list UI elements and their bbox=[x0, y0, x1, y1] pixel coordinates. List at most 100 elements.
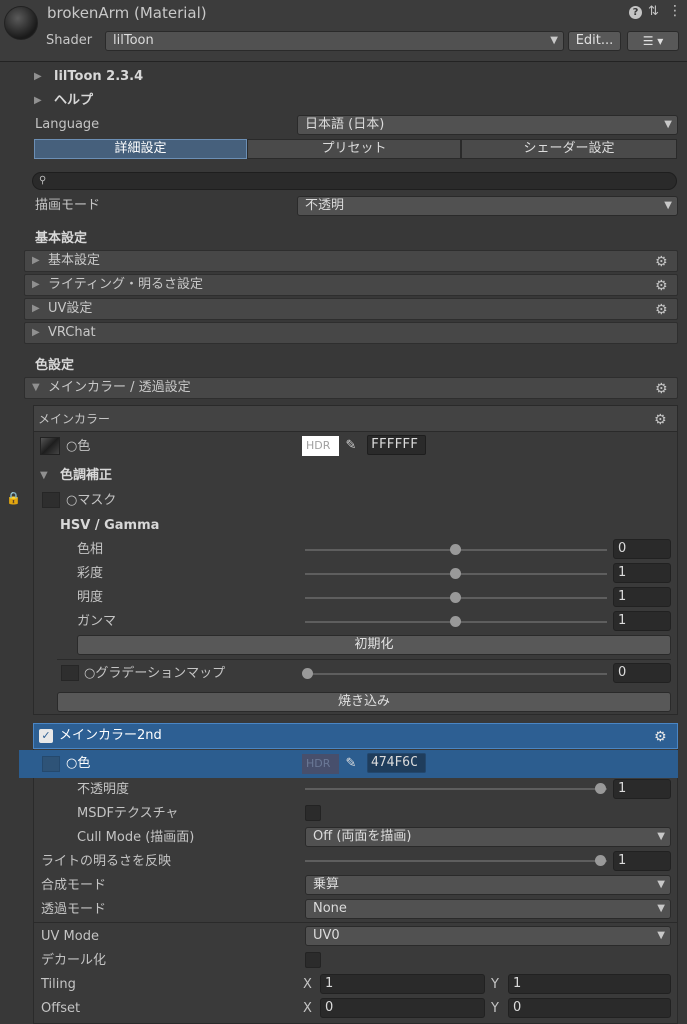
tone-correction-foldout[interactable]: 色調補正 bbox=[60, 467, 112, 485]
saturation-slider-knob[interactable] bbox=[450, 568, 461, 579]
hue-slider-knob[interactable] bbox=[450, 544, 461, 555]
material-title: brokenArm (Material) bbox=[47, 4, 207, 22]
decal-label: デカール化 bbox=[41, 953, 107, 968]
transparency-mode-dropdown[interactable]: None ▼ bbox=[305, 899, 671, 919]
foldout-main-color[interactable]: ▼ メインカラー / 透過設定 ⚙ bbox=[24, 377, 678, 399]
light-slider-track[interactable] bbox=[305, 860, 607, 862]
light-slider-knob[interactable] bbox=[595, 855, 606, 866]
menu-icon[interactable]: ⋮ bbox=[668, 3, 682, 19]
render-mode-label: 描画モード bbox=[35, 198, 101, 213]
collapsed-triangle-icon: ▶ bbox=[32, 279, 40, 290]
tiling-y-field[interactable]: 1 bbox=[508, 974, 671, 994]
opacity-slider-knob[interactable] bbox=[595, 783, 606, 794]
main-color-box-title: メインカラー bbox=[38, 412, 111, 426]
texture-thumbnail[interactable] bbox=[40, 437, 60, 455]
brightness-value-field[interactable]: 1 bbox=[613, 587, 671, 607]
offset-x-field[interactable]: 0 bbox=[320, 998, 485, 1018]
msdf-checkbox[interactable] bbox=[305, 805, 321, 821]
hsv-gamma-heading: HSV / Gamma bbox=[60, 518, 160, 533]
uv-mode-dropdown[interactable]: UV0 ▼ bbox=[305, 926, 671, 946]
gear-icon[interactable]: ⚙ bbox=[655, 303, 669, 317]
eyedropper-icon[interactable]: ✎ bbox=[342, 436, 360, 456]
gear-icon[interactable]: ⚙ bbox=[654, 730, 668, 744]
foldout-label: VRChat bbox=[48, 325, 96, 340]
opacity-value-field[interactable]: 1 bbox=[613, 779, 671, 799]
gradation-value-field[interactable]: 0 bbox=[613, 663, 671, 683]
hex-color-field[interactable]: FFFFFF bbox=[367, 435, 426, 455]
shader-label: Shader bbox=[46, 33, 93, 48]
hue-value-field[interactable]: 0 bbox=[613, 539, 671, 559]
saturation-value-field[interactable]: 1 bbox=[613, 563, 671, 583]
collapsed-triangle-icon[interactable]: ▶ bbox=[34, 68, 42, 86]
search-input[interactable]: ⚲ bbox=[32, 172, 677, 190]
render-mode-value: 不透明 bbox=[305, 198, 345, 213]
help-foldout[interactable]: ヘルプ bbox=[54, 92, 93, 110]
opacity-slider-track[interactable] bbox=[305, 788, 607, 790]
bake-button[interactable]: 焼き込み bbox=[57, 692, 671, 712]
list-menu-button[interactable]: ☰ ▾ bbox=[627, 31, 679, 51]
color-label: ○色 bbox=[66, 439, 91, 454]
shader-dropdown[interactable]: lilToon ▼ bbox=[105, 31, 564, 51]
gradation-slider-knob[interactable] bbox=[302, 668, 313, 679]
list-icon: ☰ ▾ bbox=[642, 34, 664, 48]
offset-label: Offset bbox=[41, 1001, 81, 1016]
hdr-color-swatch[interactable]: HDR bbox=[302, 436, 339, 456]
hex-color-field[interactable]: 474F6C bbox=[367, 753, 426, 773]
tiling-x-field[interactable]: 1 bbox=[320, 974, 485, 994]
collapsed-triangle-icon[interactable]: ▶ bbox=[34, 92, 42, 110]
gradation-slider-track[interactable] bbox=[305, 673, 607, 675]
expanded-triangle-icon[interactable]: ▼ bbox=[40, 467, 48, 485]
light-value-field[interactable]: 1 bbox=[613, 851, 671, 871]
chevron-down-icon: ▼ bbox=[550, 35, 558, 46]
tab-presets[interactable]: プリセット bbox=[247, 139, 461, 159]
decal-checkbox[interactable] bbox=[305, 952, 321, 968]
tab-advanced-settings[interactable]: 詳細設定 bbox=[34, 139, 247, 159]
inspector-header: brokenArm (Material) ? ⇅ ⋮ Shader lilToo… bbox=[0, 0, 687, 62]
foldout-vrchat[interactable]: ▶ VRChat bbox=[24, 322, 678, 344]
lock-icon[interactable]: 🔒 bbox=[6, 491, 21, 505]
collapsed-triangle-icon: ▶ bbox=[32, 327, 40, 338]
gear-icon[interactable]: ⚙ bbox=[654, 413, 668, 427]
cull-mode-dropdown[interactable]: Off (両面を描画) ▼ bbox=[305, 827, 671, 847]
foldout-lighting[interactable]: ▶ ライティング・明るさ設定 ⚙ bbox=[24, 274, 678, 296]
offset-y-field[interactable]: 0 bbox=[508, 998, 671, 1018]
gear-icon[interactable]: ⚙ bbox=[655, 279, 669, 293]
gradation-thumbnail[interactable] bbox=[61, 665, 79, 681]
mask-thumbnail[interactable] bbox=[42, 492, 60, 508]
chevron-down-icon: ▼ bbox=[657, 831, 665, 842]
edit-shader-button[interactable]: Edit... bbox=[568, 31, 621, 51]
foldout-uv[interactable]: ▶ UV設定 ⚙ bbox=[24, 298, 678, 320]
tab-shader-settings[interactable]: シェーダー設定 bbox=[461, 139, 677, 159]
light-brightness-label: ライトの明るさを反映 bbox=[41, 854, 172, 869]
language-dropdown[interactable]: 日本語 (日本) ▼ bbox=[297, 115, 678, 135]
foldout-basic[interactable]: ▶ 基本設定 ⚙ bbox=[24, 250, 678, 272]
gamma-slider-knob[interactable] bbox=[450, 616, 461, 627]
brightness-slider-knob[interactable] bbox=[450, 592, 461, 603]
slider-label-gamma: ガンマ bbox=[77, 614, 117, 629]
chevron-down-icon: ▼ bbox=[664, 200, 672, 211]
gear-icon[interactable]: ⚙ bbox=[655, 382, 669, 396]
tiling-y-label: Y bbox=[491, 977, 499, 992]
render-mode-dropdown[interactable]: 不透明 ▼ bbox=[297, 196, 678, 216]
transparency-mode-value: None bbox=[313, 901, 347, 916]
color-settings-heading: 色設定 bbox=[35, 358, 75, 373]
shader-value: lilToon bbox=[113, 33, 154, 48]
hdr-color-swatch[interactable]: HDR bbox=[302, 754, 339, 774]
liltoon-version-foldout[interactable]: lilToon 2.3.4 bbox=[54, 68, 143, 86]
checked-checkbox-icon[interactable]: ✓ bbox=[39, 729, 53, 743]
foldout-label: ライティング・明るさ設定 bbox=[48, 277, 203, 292]
texture-thumbnail[interactable] bbox=[42, 756, 60, 772]
gear-icon[interactable]: ⚙ bbox=[655, 255, 669, 269]
reset-button[interactable]: 初期化 bbox=[77, 635, 671, 655]
blend-mode-value: 乗算 bbox=[313, 877, 340, 892]
slider-label-saturation: 彩度 bbox=[77, 566, 104, 581]
help-icon[interactable]: ? bbox=[629, 6, 642, 19]
gradation-map-label: ○グラデーションマップ bbox=[84, 666, 226, 681]
blend-mode-dropdown[interactable]: 乗算 ▼ bbox=[305, 875, 671, 895]
foldout-label: UV設定 bbox=[48, 301, 93, 316]
foldout-label: メインカラー / 透過設定 bbox=[48, 380, 191, 395]
gamma-value-field[interactable]: 1 bbox=[613, 611, 671, 631]
divider bbox=[57, 659, 671, 660]
eyedropper-icon[interactable]: ✎ bbox=[342, 754, 360, 774]
preset-icon[interactable]: ⇅ bbox=[648, 4, 659, 19]
